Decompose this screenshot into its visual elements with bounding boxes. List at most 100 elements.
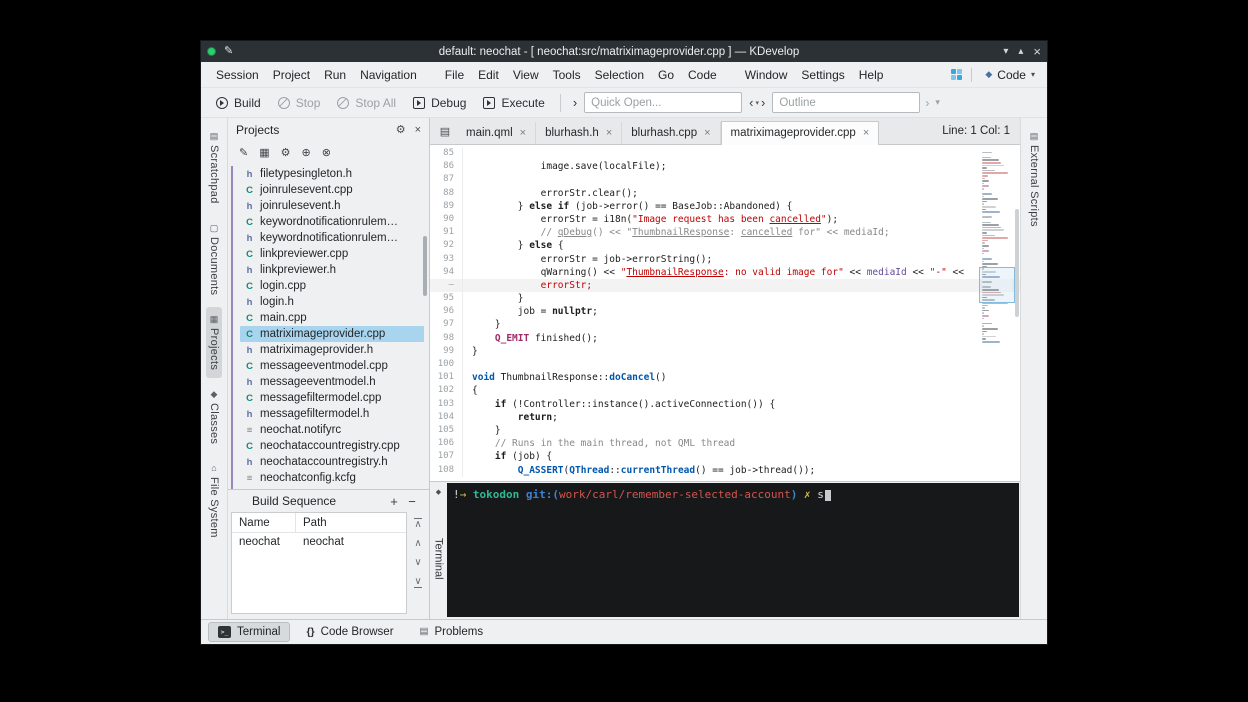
- build-button[interactable]: Build: [209, 92, 268, 114]
- close-icon[interactable]: ×: [1033, 45, 1041, 58]
- menu-project[interactable]: Project: [266, 65, 317, 85]
- tree-item-messageeventmodel-h[interactable]: hmessageeventmodel.h: [240, 374, 429, 390]
- build-sequence-rows: neochatneochat: [232, 533, 406, 551]
- tree-item-keywordnotificationrulem[interactable]: hkeywordnotificationrulem…: [240, 230, 429, 246]
- debug-button[interactable]: Debug: [406, 92, 473, 114]
- menu-navigation[interactable]: Navigation: [353, 65, 424, 85]
- quick-open-input[interactable]: [584, 92, 742, 113]
- tree-item-messagefiltermodel-h[interactable]: hmessagefiltermodel.h: [240, 406, 429, 422]
- terminal-view-icon[interactable]: ◆: [436, 488, 441, 496]
- back-icon[interactable]: ‹: [749, 95, 753, 110]
- column-name[interactable]: Name: [232, 513, 296, 532]
- document-list-icon[interactable]: ▤: [433, 125, 457, 138]
- execute-button[interactable]: Execute: [476, 92, 551, 114]
- dock-tab-external-scripts[interactable]: ▤External Scripts: [1026, 124, 1042, 235]
- dock-tab-classes[interactable]: ◆Classes: [206, 382, 222, 452]
- move-top-icon[interactable]: ∧: [414, 518, 421, 530]
- close-tab-icon[interactable]: ×: [704, 127, 710, 139]
- tree-item-neochataccountregistry-h[interactable]: hneochataccountregistry.h: [240, 454, 429, 470]
- column-path[interactable]: Path: [296, 517, 334, 529]
- statusbar-terminal[interactable]: >_Terminal: [208, 622, 290, 642]
- editor-scrollbar[interactable]: [1015, 209, 1019, 317]
- external-scripts-icon: ▤: [1030, 132, 1039, 141]
- statusbar-problems[interactable]: ▤Problems: [410, 622, 494, 642]
- menu-tools[interactable]: Tools: [546, 65, 588, 85]
- menu-file[interactable]: File: [438, 65, 471, 85]
- tree-item-joinrulesevent-cpp[interactable]: Cjoinrulesevent.cpp: [240, 182, 429, 198]
- move-bottom-icon[interactable]: ∨: [414, 576, 421, 588]
- move-up-icon[interactable]: ∧: [414, 538, 421, 549]
- outline-input[interactable]: [772, 92, 920, 113]
- minimize-icon[interactable]: ▾: [1003, 47, 1008, 57]
- tree-item-linkpreviewer-cpp[interactable]: Clinkpreviewer.cpp: [240, 246, 429, 262]
- code-line: 87: [430, 173, 1020, 186]
- tree-item-neochat-notifyrc[interactable]: ≡neochat.notifyrc: [240, 422, 429, 438]
- providers-grid-icon[interactable]: ▦: [259, 146, 269, 159]
- maximize-icon[interactable]: ▴: [1018, 47, 1023, 57]
- tree-item-filetypesingleton-h[interactable]: hfiletypesingleton.h: [240, 166, 429, 182]
- close-tab-icon[interactable]: ×: [606, 127, 612, 139]
- editor-tab-blurhash-cpp[interactable]: blurhash.cpp×: [622, 122, 720, 144]
- menu-selection[interactable]: Selection: [588, 65, 651, 85]
- titlebar[interactable]: ✎ default: neochat - [ neochat:src/matri…: [201, 41, 1047, 62]
- add-target-button[interactable]: +: [385, 494, 403, 509]
- tree-item-messagefiltermodel-cpp[interactable]: Cmessagefiltermodel.cpp: [240, 390, 429, 406]
- menu-help[interactable]: Help: [852, 65, 891, 85]
- filter-icon[interactable]: ⊗: [322, 146, 331, 159]
- tree-item-neochatconfig-kcfg[interactable]: ≡neochatconfig.kcfg: [240, 470, 429, 486]
- menu-view[interactable]: View: [506, 65, 546, 85]
- remove-target-button[interactable]: −: [403, 494, 421, 509]
- dock-tab-file-system[interactable]: ⌂File System: [206, 456, 222, 546]
- panel-settings-icon[interactable]: ⚙: [396, 123, 406, 136]
- build-settings-icon[interactable]: ⊕: [302, 146, 311, 159]
- editor-tab-blurhash-h[interactable]: blurhash.h×: [536, 122, 622, 144]
- configure-icon[interactable]: ⚙: [281, 146, 291, 159]
- tree-item-keywordnotificationrulem[interactable]: Ckeywordnotificationrulem…: [240, 214, 429, 230]
- forward-icon[interactable]: ›: [761, 95, 765, 110]
- code-line: 91 // qDebug() << "ThumbnailResponse: ca…: [430, 226, 1020, 239]
- editor-tab-matriximageprovider-cpp[interactable]: matriximageprovider.cpp×: [721, 121, 880, 145]
- code-editor[interactable]: 8586 image.save(localFile);8788 errorStr…: [430, 145, 1020, 481]
- tree-item-matriximageprovider-cpp[interactable]: Cmatriximageprovider.cpp: [240, 326, 424, 342]
- move-down-icon[interactable]: ∨: [414, 557, 421, 568]
- menu-window[interactable]: Window: [738, 65, 795, 85]
- close-tab-icon[interactable]: ×: [863, 127, 869, 139]
- tree-item-login-h[interactable]: hlogin.h: [240, 294, 429, 310]
- menu-session[interactable]: Session: [209, 65, 266, 85]
- statusbar-code-browser[interactable]: {}Code Browser: [296, 622, 403, 642]
- tree-item-joinrulesevent-h[interactable]: hjoinrulesevent.h: [240, 198, 429, 214]
- tree-item-matriximageprovider-h[interactable]: hmatriximageprovider.h: [240, 342, 429, 358]
- menu-edit[interactable]: Edit: [471, 65, 506, 85]
- history-dropdown-icon[interactable]: ▾: [756, 99, 760, 107]
- editor-tab-main-qml[interactable]: main.qml×: [457, 122, 536, 144]
- menu-settings[interactable]: Settings: [794, 65, 851, 85]
- stop-button[interactable]: Stop: [271, 92, 328, 114]
- tree-item-main-cpp[interactable]: Cmain.cpp: [240, 310, 429, 326]
- menu-code[interactable]: Code: [681, 65, 724, 85]
- overflow-down-icon[interactable]: ▾: [935, 97, 940, 108]
- close-tab-icon[interactable]: ×: [520, 127, 526, 139]
- tree-item-messageeventmodel-cpp[interactable]: Cmessageeventmodel.cpp: [240, 358, 429, 374]
- tree-item-login-cpp[interactable]: Clogin.cpp: [240, 278, 429, 294]
- dock-tab-documents[interactable]: ▢Documents: [206, 216, 222, 303]
- panel-close-icon[interactable]: ×: [415, 124, 421, 136]
- tree-item-neochataccountregistry-cpp[interactable]: Cneochataccountregistry.cpp: [240, 438, 429, 454]
- minimap-viewport[interactable]: [979, 267, 1015, 303]
- tree-item-linkpreviewer-h[interactable]: hlinkpreviewer.h: [240, 262, 429, 278]
- locate-document-icon[interactable]: ✎: [239, 146, 248, 159]
- window-controls: ▾ ▴ ×: [985, 45, 1041, 58]
- dock-tab-projects[interactable]: ▦Projects: [206, 307, 222, 378]
- table-row[interactable]: neochatneochat: [232, 533, 406, 551]
- session-status-icon: [207, 47, 216, 56]
- toolbar-expand-icon[interactable]: ›: [569, 95, 581, 110]
- dock-tab-scratchpad[interactable]: ▤Scratchpad: [206, 124, 222, 212]
- menu-run[interactable]: Run: [317, 65, 353, 85]
- minimap[interactable]: [982, 149, 1012, 344]
- overflow-right-icon[interactable]: ›: [925, 96, 929, 110]
- area-switcher-icon[interactable]: [951, 69, 962, 80]
- tree-scrollbar[interactable]: [423, 236, 427, 296]
- menu-go[interactable]: Go: [651, 65, 681, 85]
- area-code-button[interactable]: ◆ Code ▾: [981, 66, 1039, 84]
- terminal-console[interactable]: !→ tokodon git:(work/carl/remember-selec…: [447, 483, 1019, 617]
- stop-all-button[interactable]: Stop All: [330, 92, 403, 114]
